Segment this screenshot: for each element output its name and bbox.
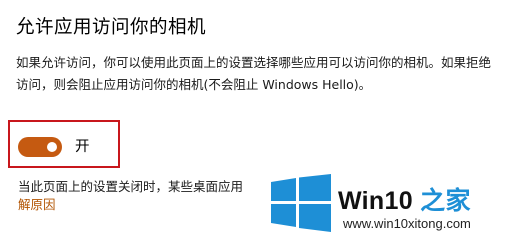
watermark-brand: Win10 之家 [338, 181, 471, 217]
section-title: 允许应用访问你的相机 [16, 17, 207, 38]
toggle-state-label: 开 [75, 139, 90, 155]
desktop-apps-note: 当此页面上的设置关闭时，某些桌面应用 [18, 179, 244, 194]
watermark-brand-main: Win10 [338, 187, 421, 215]
watermark-brand-accent: 之家 [420, 187, 471, 215]
windows-logo-icon [271, 174, 331, 232]
learn-why-link[interactable]: 解原因 [18, 196, 56, 213]
section-description: 如果允许访问，你可以使用此页面上的设置选择哪些应用可以访问你的相机。如果拒绝访问… [16, 55, 492, 92]
camera-access-toggle[interactable] [18, 137, 62, 157]
toggle-knob[interactable] [47, 142, 57, 152]
watermark-url: www.win10xitong.com [343, 216, 471, 231]
